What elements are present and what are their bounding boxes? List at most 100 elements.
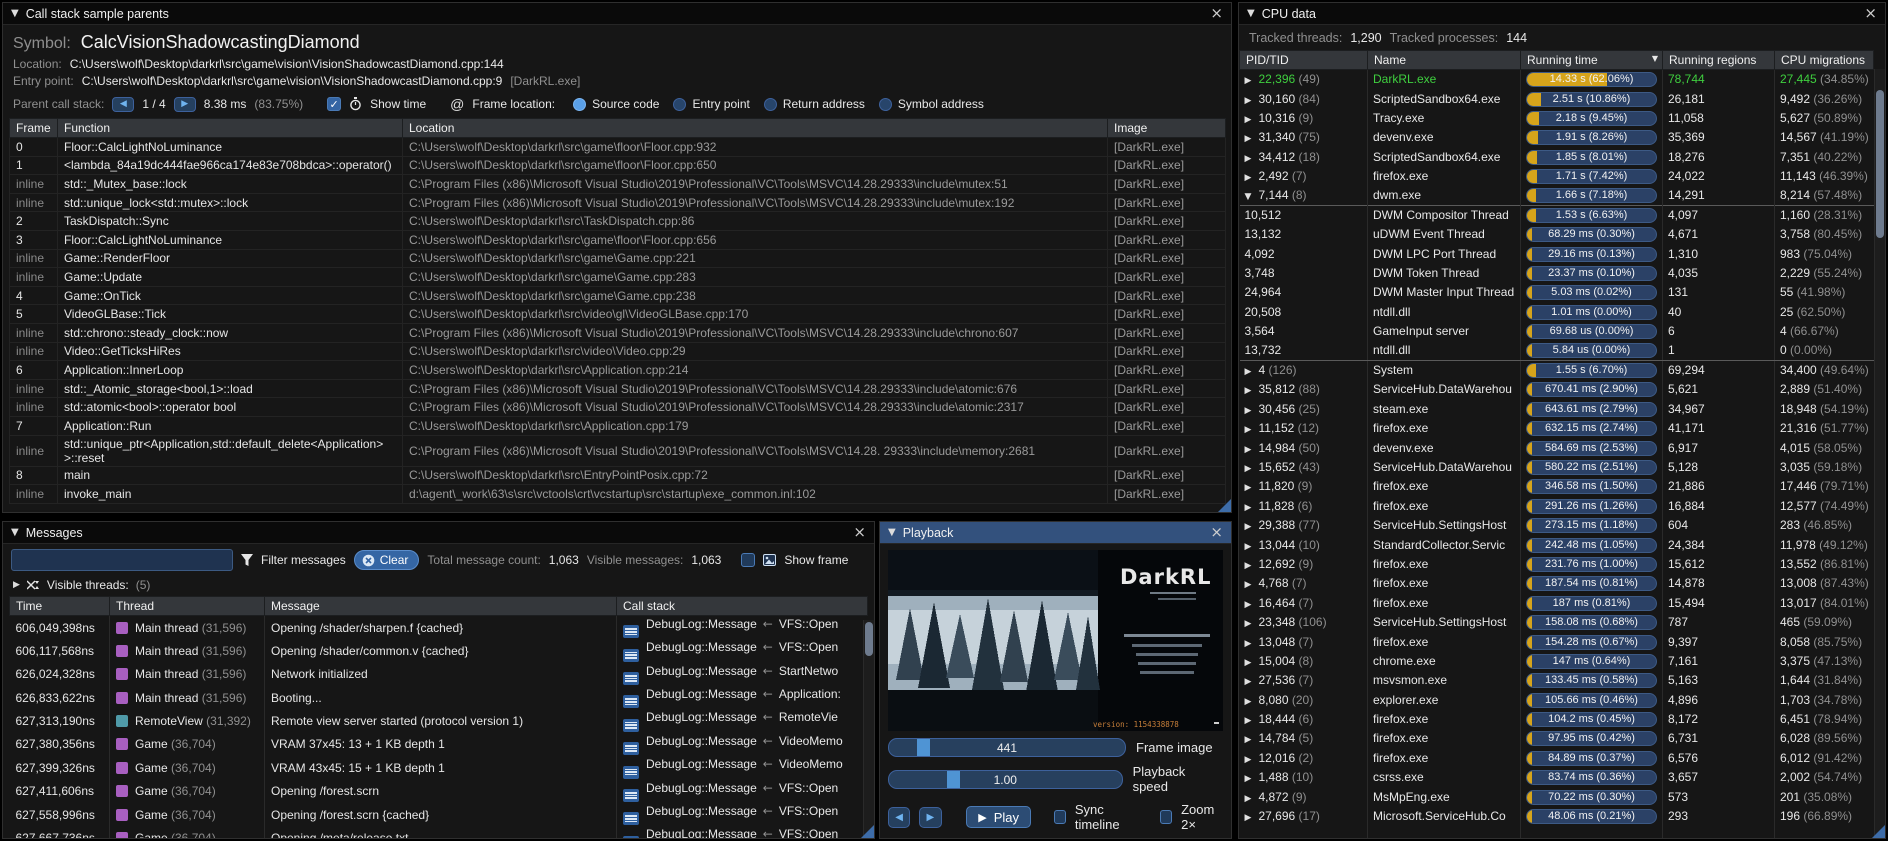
- expand-row-icon[interactable]: ▶: [1245, 503, 1259, 513]
- callstack-row[interactable]: 1<lambda_84a19dc444fae966ca174e83e708bdc…: [10, 156, 1226, 175]
- frame-location-radio-symbol-address[interactable]: Symbol address: [879, 97, 984, 111]
- cpu-row[interactable]: ▶12,692 (9)firefox.exe231.76 ms (1.00%)1…: [1240, 554, 1874, 573]
- sort-descending-icon[interactable]: ▼: [1652, 54, 1658, 63]
- frame-location-radio-entry-point[interactable]: Entry point: [673, 97, 749, 111]
- filter-input[interactable]: [11, 549, 233, 571]
- expand-row-icon[interactable]: ▶: [1245, 580, 1259, 590]
- collapse-row-icon[interactable]: ▼: [1245, 192, 1259, 202]
- callstack-row[interactable]: inlinestd::unique_lock<std::mutex>::lock…: [10, 193, 1226, 212]
- expand-row-icon[interactable]: ▶: [1245, 76, 1259, 86]
- collapse-icon[interactable]: ▼: [11, 8, 19, 19]
- cpu-row[interactable]: ▶8,080 (20)explorer.exe105.66 ms (0.46%)…: [1240, 690, 1874, 709]
- cpu-row[interactable]: ▼7,144 (8)dwm.exe1.66 s (7.18%)14,2918,2…: [1240, 186, 1874, 205]
- message-row[interactable]: 627,313,190nsRemoteView (31,392)Remote v…: [10, 709, 868, 732]
- callstack-row[interactable]: 2TaskDispatch::SyncC:\Users\wolf\Desktop…: [10, 212, 1226, 231]
- callstack-row[interactable]: inlineinvoke_maind:\agent\_work\63\s\src…: [10, 485, 1226, 504]
- column-header[interactable]: Frame: [10, 119, 58, 138]
- callstack-cell[interactable]: DebugLog::Message←VFS::Open: [617, 616, 868, 640]
- frame-location-radio-source-code[interactable]: Source code: [573, 97, 659, 111]
- expand-row-icon[interactable]: ▶: [1245, 697, 1259, 707]
- close-icon[interactable]: ×: [1864, 6, 1877, 21]
- messages-scrollbar[interactable]: [863, 620, 874, 838]
- cpu-row[interactable]: ▶27,536 (7)msvsmon.exe133.45 ms (0.58%)5…: [1240, 671, 1874, 690]
- column-header[interactable]: Thread: [110, 597, 265, 616]
- resize-grip[interactable]: [861, 825, 874, 838]
- expand-row-icon[interactable]: ▶: [1245, 813, 1259, 823]
- close-icon[interactable]: ×: [1210, 6, 1223, 21]
- callstack-row[interactable]: inlineGame::UpdateC:\Users\wolf\Desktop\…: [10, 268, 1226, 287]
- cpu-row[interactable]: 10,512 DWM Compositor Thread1.53 s (6.63…: [1240, 205, 1874, 224]
- callstack-cell[interactable]: DebugLog::Message←VFS::Open: [617, 803, 868, 826]
- play-button[interactable]: ▶ Play: [966, 806, 1031, 828]
- cpu-row[interactable]: ▶27,696 (17)Microsoft.ServiceHub.Co48.06…: [1240, 806, 1874, 825]
- prev-parent-button[interactable]: ◀: [112, 97, 134, 112]
- cpu-row[interactable]: 13,732 ntdll.dll5.84 us (0.00%)10 (0.00%…: [1240, 341, 1874, 360]
- message-row[interactable]: 606,049,398nsMain thread (31,596)Opening…: [10, 616, 868, 640]
- cpu-row[interactable]: ▶30,160 (84)ScriptedSandbox64.exe2.51 s …: [1240, 89, 1874, 108]
- close-icon[interactable]: ×: [1210, 525, 1223, 540]
- collapse-icon[interactable]: ▼: [11, 527, 19, 538]
- cpu-scrollbar[interactable]: [1874, 69, 1885, 838]
- expand-row-icon[interactable]: ▶: [1245, 716, 1259, 726]
- column-header[interactable]: Name: [1368, 51, 1521, 70]
- expand-row-icon[interactable]: ▶: [1245, 542, 1259, 552]
- column-header[interactable]: Call stack: [617, 597, 868, 616]
- message-row[interactable]: 626,024,328nsMain thread (31,596)Network…: [10, 663, 868, 686]
- sync-timeline-checkbox[interactable]: [1054, 810, 1066, 824]
- cpu-row[interactable]: ▶35,812 (88)ServiceHub.DataWarehou670.41…: [1240, 380, 1874, 399]
- show-time-checkbox[interactable]: ✓: [327, 97, 341, 111]
- callstack-cell[interactable]: DebugLog::Message←VFS::Open: [617, 780, 868, 803]
- cpu-row[interactable]: 3,564 GameInput server69.68 us (0.00%)64…: [1240, 322, 1874, 341]
- cpu-row[interactable]: ▶11,828 (6)firefox.exe291.26 ms (1.26%)1…: [1240, 496, 1874, 515]
- callstack-cell[interactable]: DebugLog::Message←Application:: [617, 686, 868, 709]
- cpu-row[interactable]: ▶18,444 (6)firefox.exe104.2 ms (0.45%)8,…: [1240, 709, 1874, 728]
- expand-row-icon[interactable]: ▶: [1245, 96, 1259, 106]
- message-row[interactable]: 627,558,996nsGame (36,704)Opening /fores…: [10, 803, 868, 826]
- callstack-row[interactable]: inlinestd::unique_ptr<Application,std::d…: [10, 435, 1226, 466]
- callstack-cell[interactable]: DebugLog::Message←VFS::Open: [617, 826, 868, 838]
- expand-row-icon[interactable]: ▶: [1245, 425, 1259, 435]
- expand-row-icon[interactable]: ▶: [1245, 445, 1259, 455]
- cpu-row[interactable]: ▶15,652 (43)ServiceHub.DataWarehou580.22…: [1240, 457, 1874, 476]
- playback-titlebar[interactable]: ▼ Playback ×: [880, 522, 1231, 544]
- expand-row-icon[interactable]: ▶: [1245, 406, 1259, 416]
- expand-row-icon[interactable]: ▶: [1245, 774, 1259, 784]
- column-header[interactable]: Time: [10, 597, 110, 616]
- cpu-row[interactable]: ▶11,820 (9)firefox.exe346.58 ms (1.50%)2…: [1240, 477, 1874, 496]
- column-header[interactable]: Image: [1108, 119, 1226, 138]
- expand-row-icon[interactable]: ▶: [1245, 154, 1259, 164]
- show-frame-checkbox[interactable]: [741, 553, 755, 567]
- expand-row-icon[interactable]: ▶: [1245, 600, 1259, 610]
- message-row[interactable]: 606,117,568nsMain thread (31,596)Opening…: [10, 639, 868, 662]
- playback-speed-slider[interactable]: 1.00: [888, 770, 1123, 789]
- column-header[interactable]: Location: [403, 119, 1108, 138]
- cpu-row[interactable]: ▶14,984 (50)devenv.exe584.69 ms (2.53%)6…: [1240, 438, 1874, 457]
- callstack-row[interactable]: inlineVideo::GetTicksHiResC:\Users\wolf\…: [10, 342, 1226, 361]
- radio-icon[interactable]: [673, 98, 686, 111]
- column-header[interactable]: Message: [265, 597, 617, 616]
- callstack-row[interactable]: 5VideoGLBase::TickC:\Users\wolf\Desktop\…: [10, 305, 1226, 324]
- entry-point-path[interactable]: C:\Users\wolf\Desktop\darkrl\src\game\vi…: [82, 74, 503, 88]
- clear-button[interactable]: Clear: [354, 550, 420, 570]
- message-row[interactable]: 627,411,606nsGame (36,704)Opening /fores…: [10, 780, 868, 803]
- callstack-row[interactable]: 6Application::InnerLoopC:\Users\wolf\Des…: [10, 361, 1226, 380]
- messages-titlebar[interactable]: ▼ Messages ×: [3, 522, 874, 544]
- scrollbar-thumb[interactable]: [865, 622, 873, 656]
- scrollbar-thumb[interactable]: [1876, 90, 1884, 238]
- expand-row-icon[interactable]: ▶: [1245, 367, 1259, 377]
- cpu-row[interactable]: 4,092 DWM LPC Port Thread29.16 ms (0.13%…: [1240, 244, 1874, 263]
- callstack-cell[interactable]: DebugLog::Message←RemoteVie: [617, 709, 868, 732]
- visible-threads-row[interactable]: ▶ Visible threads: (5): [3, 576, 874, 596]
- callstack-row[interactable]: 4Game::OnTickC:\Users\wolf\Desktop\darkr…: [10, 286, 1226, 305]
- column-header[interactable]: Running time▼: [1521, 51, 1663, 70]
- message-row[interactable]: 627,667,736nsGame (36,704)Opening /meta/…: [10, 826, 868, 838]
- callstack-titlebar[interactable]: ▼ Call stack sample parents ×: [3, 3, 1231, 25]
- frame-image-slider[interactable]: 441: [888, 738, 1126, 757]
- cpu-row[interactable]: 24,964 DWM Master Input Thread5.03 ms (0…: [1240, 283, 1874, 302]
- expand-row-icon[interactable]: ▶: [1245, 386, 1259, 396]
- callstack-row[interactable]: 8mainC:\Users\wolf\Desktop\darkrl\src\En…: [10, 466, 1226, 485]
- message-row[interactable]: 627,399,326nsGame (36,704)VRAM 43x45: 15…: [10, 756, 868, 779]
- callstack-row[interactable]: inlineGame::RenderFloorC:\Users\wolf\Des…: [10, 249, 1226, 268]
- expand-row-icon[interactable]: ▶: [1245, 115, 1259, 125]
- callstack-cell[interactable]: DebugLog::Message←VideoMemo: [617, 756, 868, 779]
